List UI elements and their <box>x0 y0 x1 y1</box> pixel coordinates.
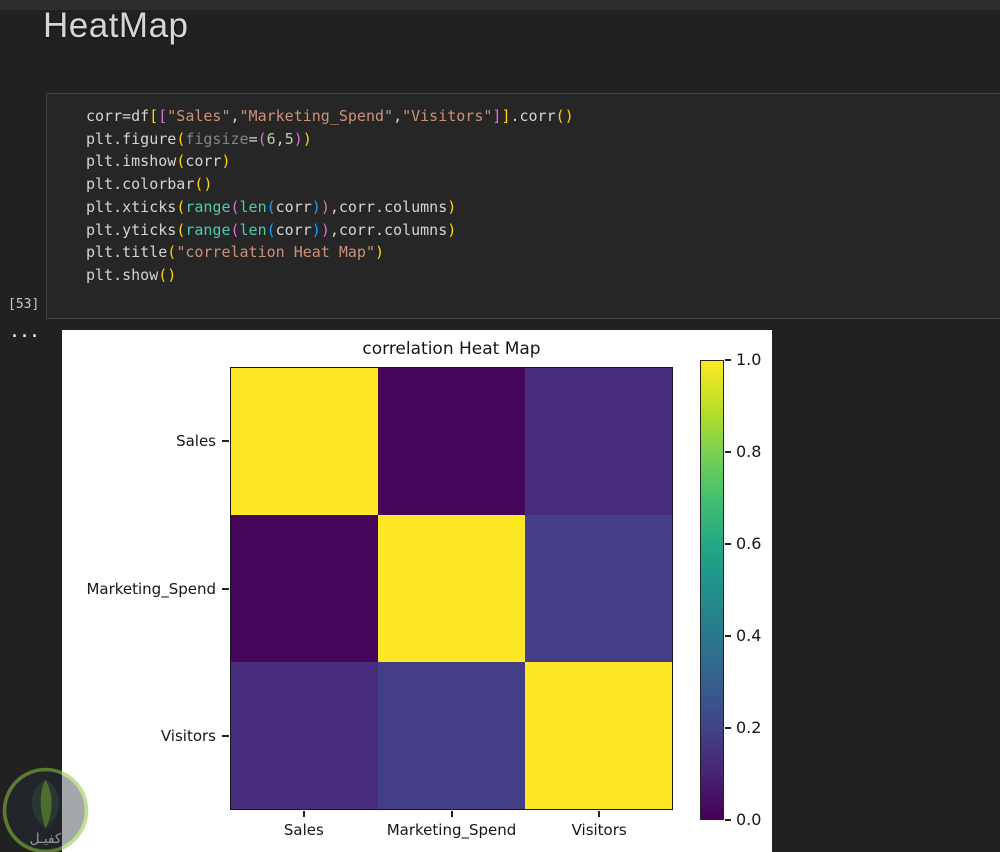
colorbar-tick-label: 0.6 <box>736 534 776 554</box>
x-tick-mark <box>598 811 600 817</box>
heatmap-cell <box>378 368 525 515</box>
colorbar-tick-mark <box>725 451 731 453</box>
code-line: plt.yticks(range(len(corr)),corr.columns… <box>86 219 1000 242</box>
heatmap-cell <box>378 662 525 809</box>
code-line: plt.show() <box>86 264 1000 287</box>
code-lines: corr=df[["Sales","Marketing_Spend","Visi… <box>47 94 1000 287</box>
code-line: plt.title("correlation Heat Map") <box>86 241 1000 264</box>
code-line: plt.figure(figsize=(6,5)) <box>86 128 1000 151</box>
colorbar-tick-mark <box>725 819 731 821</box>
y-tick-label: Visitors <box>62 726 216 746</box>
code-line: plt.colorbar() <box>86 173 1000 196</box>
y-tick-mark <box>222 735 229 737</box>
heatmap-cell <box>378 515 525 662</box>
y-tick-mark <box>222 588 229 590</box>
colorbar <box>700 360 724 820</box>
x-tick-label: Visitors <box>509 820 689 840</box>
leaf-swoosh-icon <box>41 780 52 829</box>
colorbar-tick-label: 0.0 <box>736 810 776 830</box>
notebook-code-cell[interactable]: corr=df[["Sales","Marketing_Spend","Visi… <box>46 93 1000 319</box>
colorbar-tick-mark <box>725 543 731 545</box>
page-title: HeatMap <box>43 6 189 46</box>
y-tick-mark <box>222 440 229 442</box>
execution-count: [53] <box>8 297 39 312</box>
leaf-icon <box>32 780 59 829</box>
collapsed-output-indicator[interactable]: ... <box>10 323 40 341</box>
heatmap-grid <box>230 367 673 810</box>
colorbar-tick-mark <box>725 635 731 637</box>
x-tick-mark <box>303 811 305 817</box>
code-line: corr=df[["Sales","Marketing_Spend","Visi… <box>86 105 1000 128</box>
colorbar-tick-label: 0.4 <box>736 626 776 646</box>
heatmap-cell <box>231 515 378 662</box>
colorbar-tick-mark <box>725 727 731 729</box>
colorbar-tick-label: 0.2 <box>736 718 776 738</box>
colorbar-tick-label: 0.8 <box>736 442 776 462</box>
code-line: plt.imshow(corr) <box>86 150 1000 173</box>
chart-title: correlation Heat Map <box>230 339 673 359</box>
y-tick-label: Sales <box>62 431 216 451</box>
x-tick-mark <box>451 811 453 817</box>
y-tick-label: Marketing_Spend <box>62 579 216 599</box>
heatmap-cell <box>231 368 378 515</box>
colorbar-tick-mark <box>725 359 731 361</box>
plot-output: correlation Heat Map Sales Marketing_Spen… <box>62 330 772 852</box>
heatmap-cell <box>525 515 672 662</box>
code-line: plt.xticks(range(len(corr)),corr.columns… <box>86 196 1000 219</box>
heatmap-cell <box>525 662 672 809</box>
watermark-text: كفيـل <box>30 831 62 847</box>
colorbar-tick-label: 1.0 <box>736 350 776 370</box>
heatmap-cell <box>231 662 378 809</box>
heatmap-cell <box>525 368 672 515</box>
